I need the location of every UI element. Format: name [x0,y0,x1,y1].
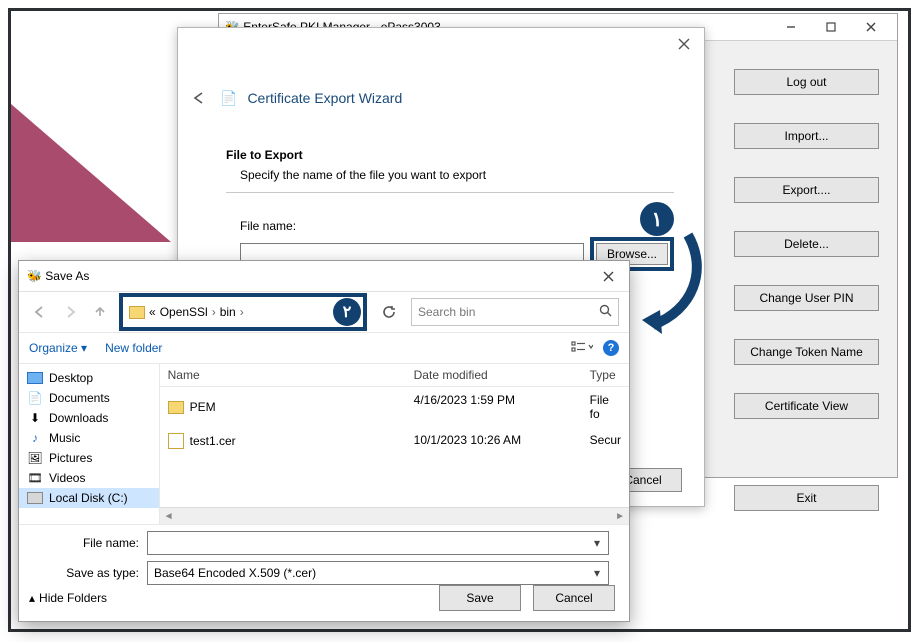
nav-up[interactable] [89,301,111,323]
view-options-button[interactable] [571,340,593,357]
scroll-right-icon[interactable]: ► [615,511,625,522]
import-button[interactable]: Import... [734,123,879,149]
new-folder-button[interactable]: New folder [105,341,162,355]
tree-desktop[interactable]: Desktop [19,368,159,388]
close-button[interactable] [851,15,891,39]
tree-downloads[interactable]: ⬇Downloads [19,408,159,428]
save-type-field[interactable]: Base64 Encoded X.509 (*.cer) ▾ [147,561,609,585]
chevron-up-icon: ▴ [29,591,35,605]
file-name-label: File name: [59,536,139,550]
wizard-title: Certificate Export Wizard [247,90,402,106]
search-icon [599,304,612,320]
nav-forward[interactable] [59,301,81,323]
save-as-titlebar: 🐝 Save As [19,261,629,292]
horizontal-scrollbar[interactable]: ◄ ► [160,507,629,524]
close-icon[interactable] [595,264,621,288]
exit-button[interactable]: Exit [734,485,879,511]
close-icon[interactable] [670,34,698,54]
breadcrumb-highlight: « OpenSSl › bin › ۲ [119,293,367,331]
save-as-dialog: 🐝 Save As « OpenSSl › bin › ۲ [18,260,630,622]
crumb-openssl[interactable]: OpenSSl [160,305,208,319]
delete-button[interactable]: Delete... [734,231,879,257]
chevron-down-icon[interactable]: ▾ [588,534,606,552]
column-headers[interactable]: Name Date modified Type [160,364,629,387]
toolbar: Organize ▾ New folder ? [19,333,629,364]
col-type[interactable]: Type [582,364,629,386]
hide-folders-toggle[interactable]: ▴ Hide Folders [29,591,107,605]
section-desc: Specify the name of the file you want to… [240,168,674,182]
cert-icon [168,433,184,449]
file-listing: Name Date modified Type PEM 4/16/2023 1:… [160,364,629,524]
back-arrow-icon[interactable] [190,88,210,108]
chevron-right-icon: › [212,305,216,319]
annotation-badge-2: ۲ [333,298,361,326]
divider [226,192,674,193]
folder-icon [129,306,145,319]
refresh-button[interactable] [375,298,403,326]
minimize-button[interactable] [771,15,811,39]
crumb-bin[interactable]: bin [220,305,236,319]
save-as-title: Save As [45,269,89,283]
folder-icon [168,401,184,414]
nav-back[interactable] [29,301,51,323]
annotation-arrow [638,230,708,340]
chevron-right-icon: › [240,305,244,319]
tree-pictures[interactable]: 🖼Pictures [19,448,159,468]
cert-view-button[interactable]: Certificate View [734,393,879,419]
crumb-prefix: « [149,305,156,319]
col-date[interactable]: Date modified [406,364,582,386]
logout-button[interactable]: Log out [734,69,879,95]
tree-music[interactable]: ♪Music [19,428,159,448]
nav-tree: Desktop 📄Documents ⬇Downloads ♪Music 🖼Pi… [19,364,160,524]
tree-local-disk[interactable]: Local Disk (C:) [19,488,159,508]
change-pin-button[interactable]: Change User PIN [734,285,879,311]
file-name-label: File name: [240,219,674,233]
section-title: File to Export [226,148,674,162]
file-name-field[interactable]: ▾ [147,531,609,555]
breadcrumb[interactable]: « OpenSSl › bin › [123,297,333,327]
tree-videos[interactable]: 🎞Videos [19,468,159,488]
app-icon: 🐝 [27,269,42,283]
cancel-button[interactable]: Cancel [533,585,615,611]
change-token-button[interactable]: Change Token Name [734,339,879,365]
export-button[interactable]: Export.... [734,177,879,203]
col-name[interactable]: Name [160,364,406,386]
side-button-panel: Log out Import... Export.... Delete... C… [734,69,879,511]
tree-documents[interactable]: 📄Documents [19,388,159,408]
help-icon[interactable]: ? [603,340,619,356]
search-input[interactable]: Search bin [411,298,619,326]
list-item[interactable]: PEM 4/16/2023 1:59 PM File fo [160,387,629,427]
organize-menu[interactable]: Organize ▾ [29,341,87,355]
cert-icon: 📄 [220,90,237,107]
maximize-button[interactable] [811,15,851,39]
save-button[interactable]: Save [439,585,521,611]
search-placeholder: Search bin [418,305,475,319]
background-decor [11,104,171,242]
save-type-label: Save as type: [59,566,139,580]
scroll-left-icon[interactable]: ◄ [164,511,174,522]
chevron-down-icon[interactable]: ▾ [588,564,606,582]
list-item[interactable]: test1.cer 10/1/2023 10:26 AM Secur [160,427,629,455]
